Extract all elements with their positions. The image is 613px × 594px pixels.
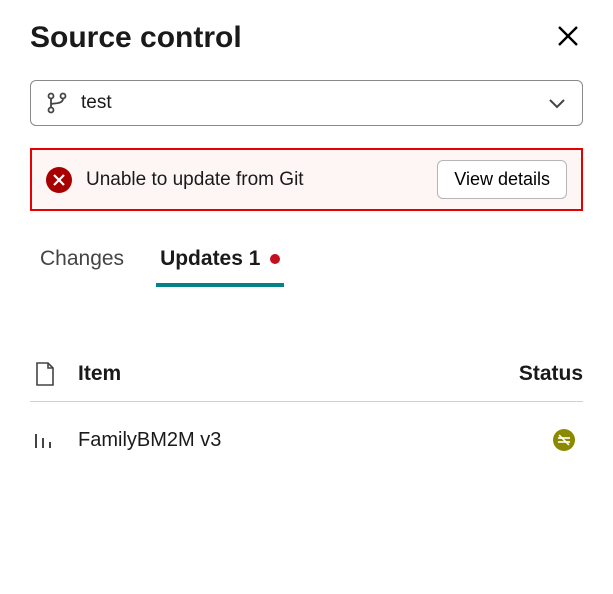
conflict-status-icon — [553, 429, 575, 451]
error-banner: Unable to update from Git View details — [30, 148, 583, 211]
list-header: Item Status — [30, 347, 583, 402]
column-status-header: Status — [503, 362, 583, 386]
close-button[interactable] — [553, 20, 583, 56]
git-branch-icon — [45, 91, 69, 115]
error-message: Unable to update from Git — [86, 169, 437, 191]
error-icon — [46, 167, 72, 193]
view-details-button[interactable]: View details — [437, 160, 567, 199]
branch-name: test — [81, 92, 546, 114]
indicator-dot — [270, 254, 280, 264]
tab-label: Changes — [40, 247, 124, 271]
tab-bar: Changes Updates 1 — [30, 241, 583, 287]
tab-changes[interactable]: Changes — [36, 241, 128, 287]
tab-updates[interactable]: Updates 1 — [156, 241, 284, 287]
tab-label: Updates 1 — [160, 247, 260, 271]
close-icon — [557, 25, 579, 47]
bar-chart-icon — [30, 428, 78, 452]
column-item-header: Item — [78, 362, 503, 386]
list-item[interactable]: FamilyBM2M v3 — [30, 402, 583, 478]
branch-selector[interactable]: test — [30, 80, 583, 126]
item-status — [503, 429, 583, 451]
chevron-down-icon — [546, 92, 568, 114]
page-title: Source control — [30, 21, 242, 55]
item-name: FamilyBM2M v3 — [78, 429, 503, 452]
file-icon — [30, 361, 78, 387]
